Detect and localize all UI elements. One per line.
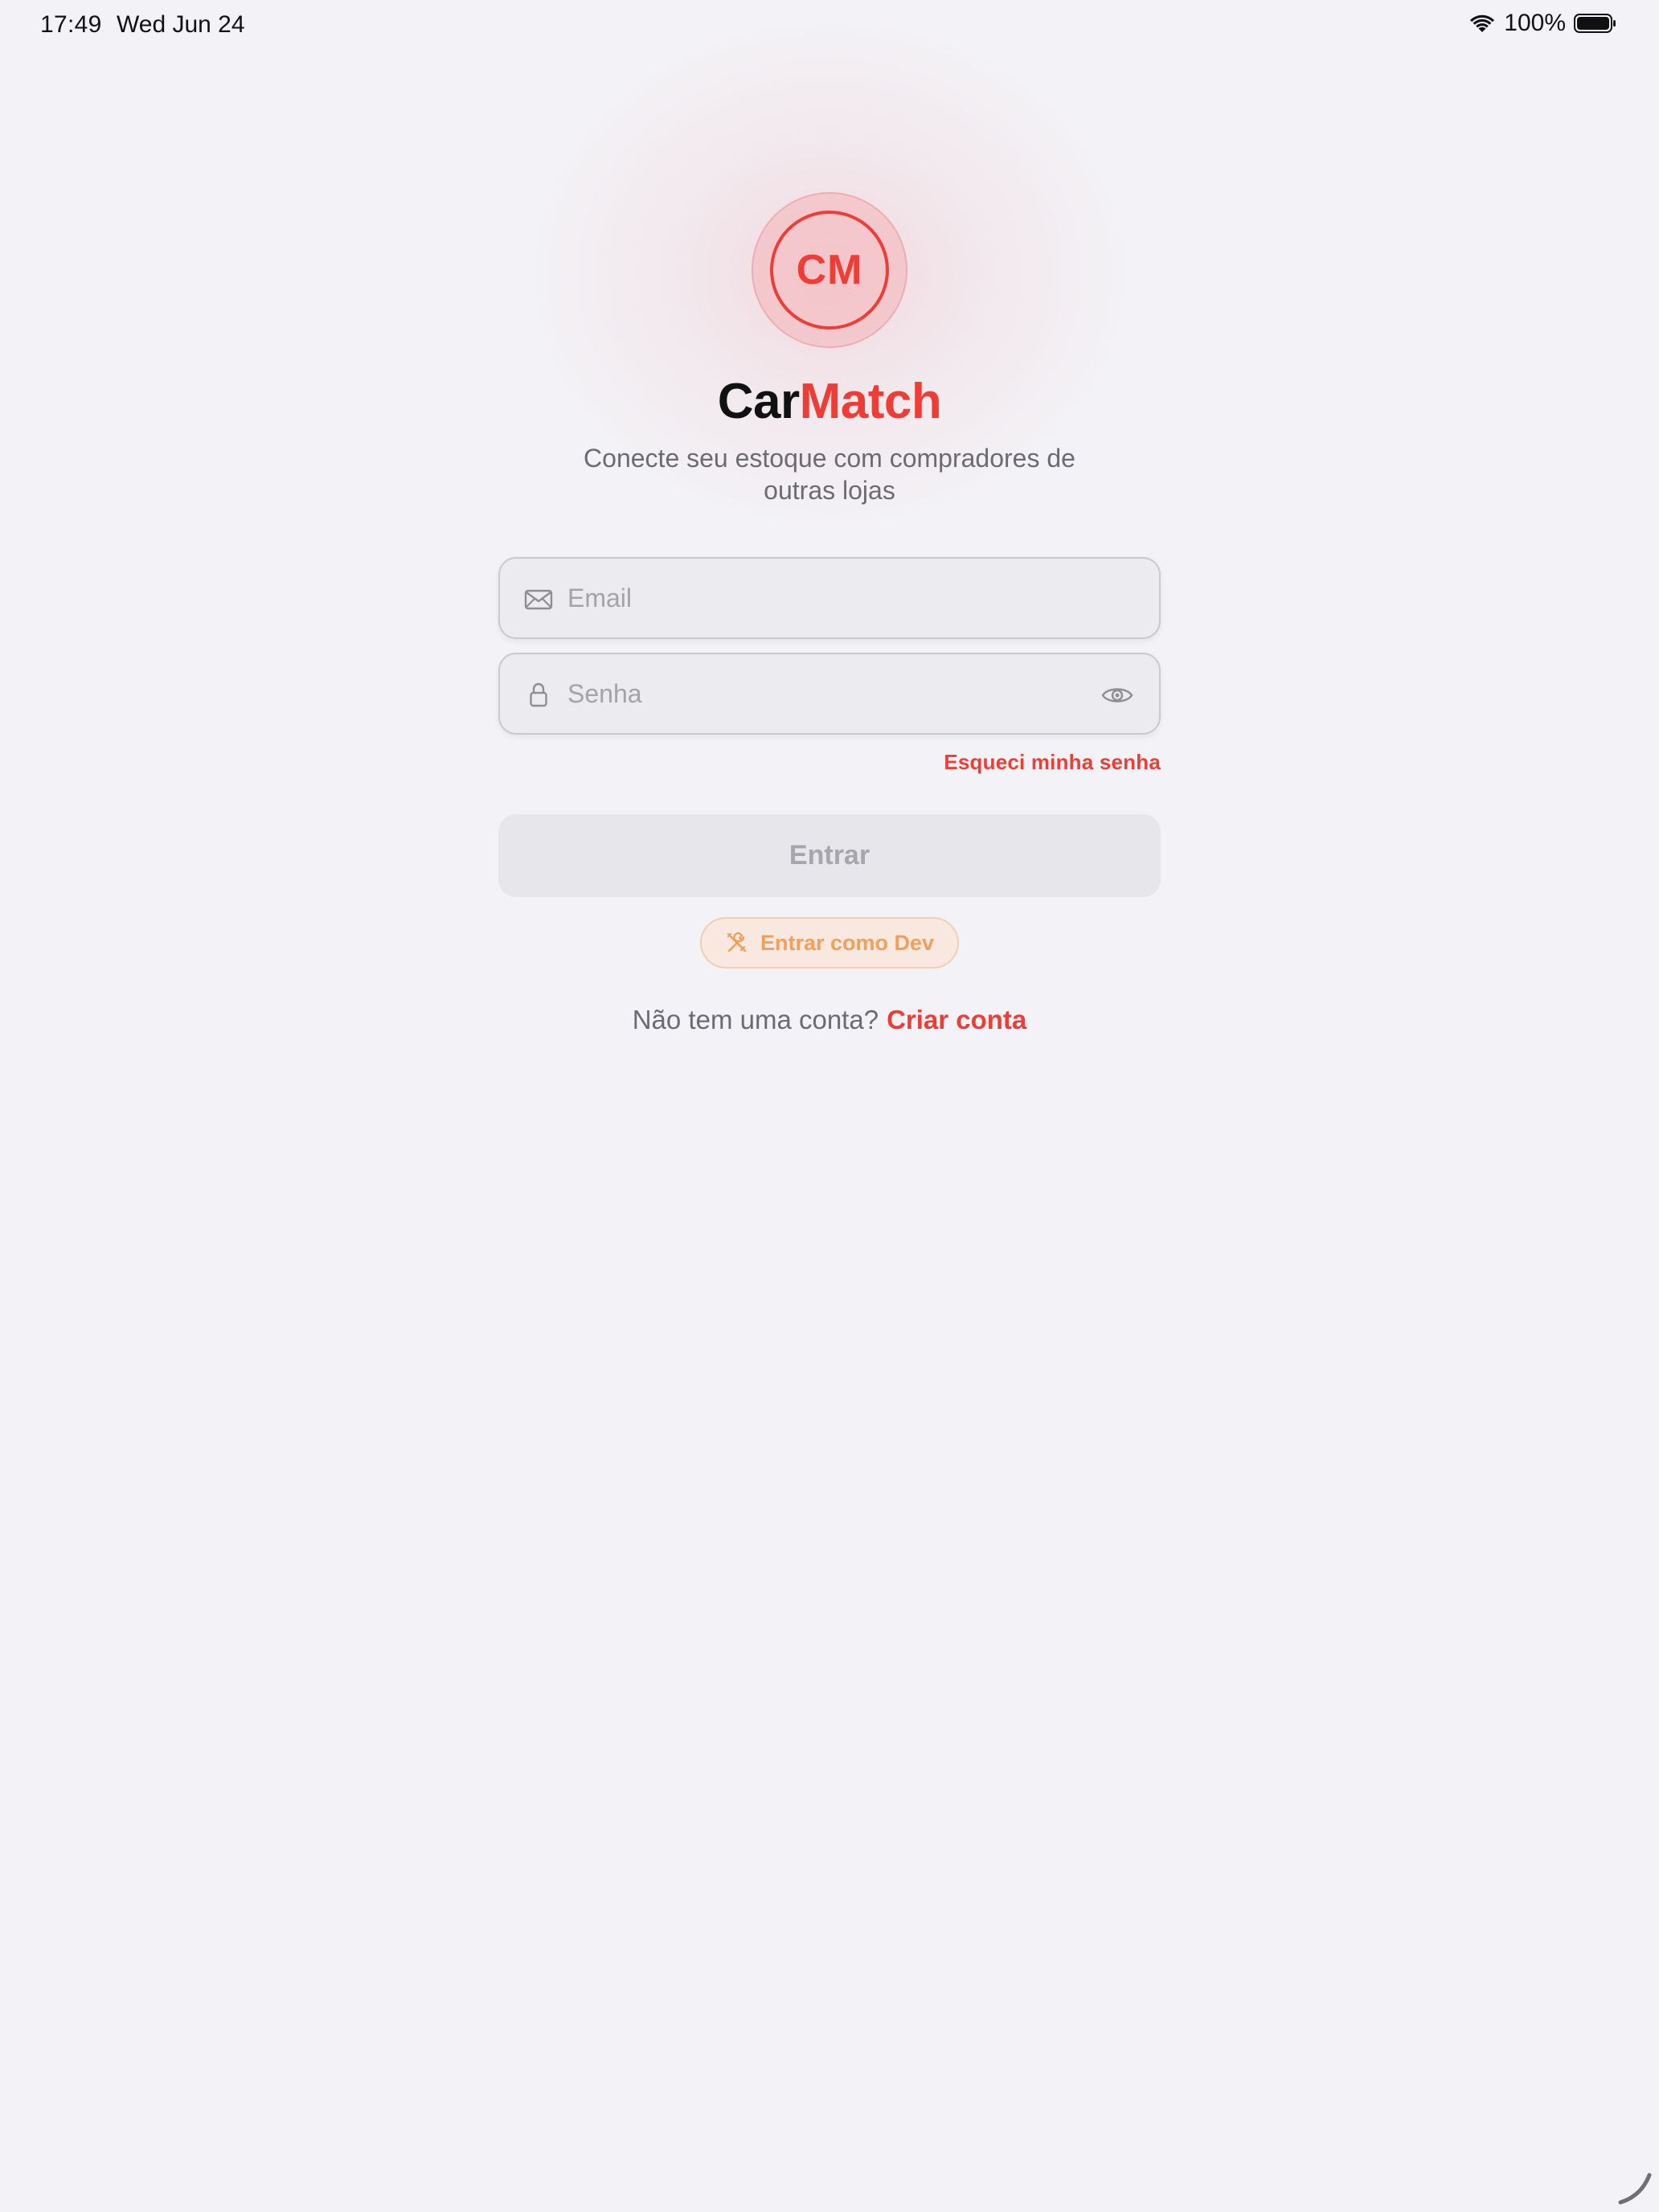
lock-icon: [530, 682, 547, 707]
dev-login-label: Entrar como Dev: [760, 930, 935, 955]
eye-icon[interactable]: [1101, 681, 1133, 710]
email-field[interactable]: [498, 557, 1161, 639]
app-title-car: Car: [717, 374, 800, 429]
wifi-icon: [1470, 14, 1495, 32]
tools-icon: [727, 932, 747, 952]
battery-percentage: 100%: [1504, 10, 1566, 36]
email-input[interactable]: [567, 559, 1082, 637]
signup-row: Não tem uma conta? Criar conta: [0, 1005, 1659, 1035]
app-title: CarMatch: [0, 373, 1659, 430]
dev-login-button[interactable]: Entrar como Dev: [700, 917, 959, 969]
battery-icon: [1574, 14, 1616, 33]
login-screen: 17:49 Wed Jun 24 100% CM CarMatch Conect…: [0, 0, 1659, 2212]
corner-indicator-icon: [1618, 2173, 1652, 2205]
status-date: Wed Jun 24: [117, 11, 245, 38]
logo-initials: CM: [770, 211, 889, 330]
password-input[interactable]: [567, 654, 1082, 733]
forgot-password-link[interactable]: Esqueci minha senha: [944, 750, 1161, 775]
status-time: 17:49: [40, 11, 102, 38]
status-indicators: 100%: [1469, 10, 1617, 37]
signup-question: Não tem uma conta?: [632, 1005, 879, 1034]
create-account-link[interactable]: Criar conta: [887, 1005, 1026, 1034]
envelope-icon: [524, 589, 553, 610]
app-subtitle: Conecte seu estoque com compradores de o…: [584, 444, 1075, 505]
login-button[interactable]: Entrar: [498, 814, 1161, 897]
password-field[interactable]: [498, 653, 1161, 735]
app-title-match: Match: [799, 374, 942, 429]
